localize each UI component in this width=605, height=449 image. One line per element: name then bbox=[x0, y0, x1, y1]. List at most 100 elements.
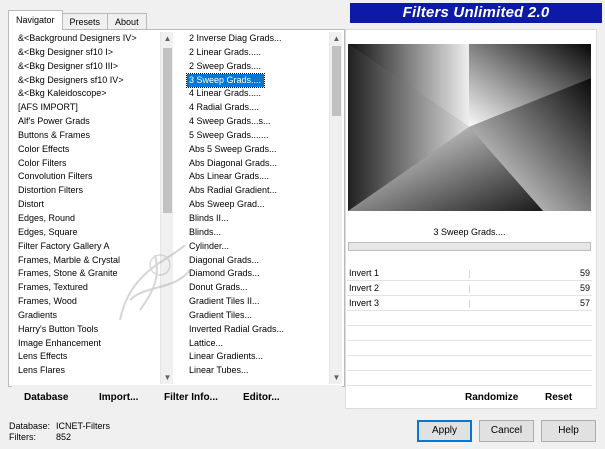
filter-info-button[interactable]: Filter Info... bbox=[164, 390, 218, 406]
scroll-up-icon[interactable]: ▲ bbox=[330, 32, 343, 45]
slider-tick bbox=[469, 300, 470, 308]
selected-filter-name: 3 Sweep Grads.... bbox=[433, 227, 506, 237]
slider-invert-1[interactable]: Invert 1 59 bbox=[347, 266, 592, 281]
slider-empty bbox=[347, 326, 592, 341]
category-item[interactable]: Color Filters bbox=[12, 157, 160, 171]
database-value: ICNET-Filters bbox=[56, 421, 110, 431]
category-item[interactable]: Frames, Marble & Crystal bbox=[12, 254, 160, 268]
slider-tick bbox=[469, 270, 470, 278]
filter-item[interactable]: 4 Radial Grads.... bbox=[183, 101, 329, 115]
filter-item[interactable]: Blinds II... bbox=[183, 212, 329, 226]
filter-item[interactable]: 3 Sweep Grads.... bbox=[185, 72, 266, 89]
slider-label: Invert 1 bbox=[349, 268, 380, 278]
category-item[interactable]: Color Effects bbox=[12, 143, 160, 157]
category-scrollbar[interactable]: ▲ ▼ bbox=[160, 32, 173, 384]
tab-navigator[interactable]: Navigator bbox=[8, 10, 63, 30]
slider-empty bbox=[347, 341, 592, 356]
filter-item[interactable]: Abs Radial Gradient... bbox=[183, 184, 329, 198]
tab-presets[interactable]: Presets bbox=[61, 13, 109, 30]
filter-item[interactable]: Donut Grads... bbox=[183, 281, 329, 295]
category-item[interactable]: Harry's Button Tools bbox=[12, 323, 160, 337]
category-item[interactable]: &<Bkg Kaleidoscope> bbox=[12, 87, 160, 101]
filter-item[interactable]: Gradient Tiles... bbox=[183, 309, 329, 323]
tab-about[interactable]: About bbox=[107, 13, 147, 30]
scroll-down-icon[interactable]: ▼ bbox=[330, 371, 343, 384]
category-item[interactable]: Frames, Wood bbox=[12, 295, 160, 309]
category-item[interactable]: Edges, Square bbox=[12, 226, 160, 240]
category-item[interactable]: Filter Factory Gallery A bbox=[12, 240, 160, 254]
app-title-banner: Filters Unlimited 2.0 bbox=[350, 3, 602, 23]
category-item[interactable]: Distortion Filters bbox=[12, 184, 160, 198]
category-item[interactable]: &<Bkg Designer sf10 I> bbox=[12, 46, 160, 60]
category-item[interactable]: Frames, Textured bbox=[12, 281, 160, 295]
slider-value: 59 bbox=[579, 283, 590, 293]
preview-image bbox=[348, 44, 591, 211]
category-item[interactable]: Frames, Stone & Granite bbox=[12, 267, 160, 281]
filter-list[interactable]: 2 Inverse Diag Grads... 2 Linear Grads...… bbox=[183, 32, 329, 384]
scroll-thumb[interactable] bbox=[332, 46, 341, 116]
tab-strip: Navigator Presets About bbox=[8, 10, 147, 30]
filters-count-value: 852 bbox=[56, 432, 72, 442]
reset-button[interactable]: Reset bbox=[545, 390, 572, 406]
parameter-sliders: Invert 1 59 Invert 2 59 Invert 3 57 bbox=[347, 266, 592, 386]
database-button[interactable]: Database bbox=[24, 390, 68, 406]
filters-count-label: Filters: bbox=[9, 432, 36, 442]
filter-item[interactable]: 4 Sweep Grads...s... bbox=[183, 115, 329, 129]
category-item[interactable]: &<Background Designers IV> bbox=[12, 32, 160, 46]
slider-value: 59 bbox=[579, 268, 590, 278]
filter-item[interactable]: Inverted Radial Grads... bbox=[183, 323, 329, 337]
category-item[interactable]: Edges, Round bbox=[12, 212, 160, 226]
scroll-up-icon[interactable]: ▲ bbox=[161, 32, 174, 45]
category-item[interactable]: &<Bkg Designers sf10 IV> bbox=[12, 74, 160, 88]
category-item[interactable]: Lens Flares bbox=[12, 364, 160, 378]
filter-item[interactable]: 2 Sweep Grads.... bbox=[183, 60, 329, 74]
filter-item[interactable]: Lattice... bbox=[183, 337, 329, 351]
category-list[interactable]: &<Background Designers IV> &<Bkg Designer… bbox=[12, 32, 160, 384]
filter-item[interactable]: Abs Diagonal Grads... bbox=[183, 157, 329, 171]
filter-item[interactable]: Abs 5 Sweep Grads... bbox=[183, 143, 329, 157]
category-item[interactable]: Alf's Power Grads bbox=[12, 115, 160, 129]
scroll-thumb[interactable] bbox=[163, 48, 172, 213]
scroll-down-icon[interactable]: ▼ bbox=[161, 371, 174, 384]
slider-empty bbox=[347, 356, 592, 371]
filter-item[interactable]: Linear Tubes... bbox=[183, 364, 329, 378]
filter-item[interactable]: Abs Linear Grads.... bbox=[183, 170, 329, 184]
database-info: Database: ICNET-Filters Filters: 852 bbox=[9, 421, 110, 443]
filter-item[interactable]: Diagonal Grads... bbox=[183, 254, 329, 268]
slider-invert-2[interactable]: Invert 2 59 bbox=[347, 281, 592, 296]
progress-bar bbox=[348, 242, 591, 251]
category-item[interactable]: Lens Effects bbox=[12, 350, 160, 364]
filter-item[interactable]: 5 Sweep Grads....... bbox=[183, 129, 329, 143]
filter-item[interactable]: Diamond Grads... bbox=[183, 267, 329, 281]
category-item[interactable]: [AFS IMPORT] bbox=[12, 101, 160, 115]
import-button[interactable]: Import... bbox=[99, 390, 138, 406]
slider-empty bbox=[347, 371, 592, 386]
category-item[interactable]: &<Bkg Designer sf10 III> bbox=[12, 60, 160, 74]
category-item[interactable]: Distort bbox=[12, 198, 160, 212]
filter-item[interactable]: 2 Linear Grads..... bbox=[183, 46, 329, 60]
category-item[interactable]: Gradients bbox=[12, 309, 160, 323]
filter-item[interactable]: Gradient Tiles II... bbox=[183, 295, 329, 309]
filter-item[interactable]: Blinds... bbox=[183, 226, 329, 240]
filter-item[interactable]: Cylinder... bbox=[183, 240, 329, 254]
slider-empty bbox=[347, 311, 592, 326]
slider-invert-3[interactable]: Invert 3 57 bbox=[347, 296, 592, 311]
filter-item[interactable]: Linear Gradients... bbox=[183, 350, 329, 364]
slider-value: 57 bbox=[579, 298, 590, 308]
slider-label: Invert 2 bbox=[349, 283, 380, 293]
category-item[interactable]: Buttons & Frames bbox=[12, 129, 160, 143]
editor-button[interactable]: Editor... bbox=[243, 390, 280, 406]
database-label: Database: bbox=[9, 421, 51, 431]
category-item[interactable]: Convolution Filters bbox=[12, 170, 160, 184]
slider-label: Invert 3 bbox=[349, 298, 380, 308]
slider-tick bbox=[469, 285, 470, 293]
filter-item[interactable]: 4 Linear Grads..... bbox=[183, 87, 329, 101]
filter-item[interactable]: Abs Sweep Grad... bbox=[183, 198, 329, 212]
randomize-button[interactable]: Randomize bbox=[465, 390, 518, 406]
apply-button[interactable]: Apply bbox=[417, 420, 472, 442]
help-button[interactable]: Help bbox=[541, 420, 596, 442]
cancel-button[interactable]: Cancel bbox=[479, 420, 534, 442]
filter-item[interactable]: 2 Inverse Diag Grads... bbox=[183, 32, 329, 46]
filter-scrollbar[interactable]: ▲ ▼ bbox=[329, 32, 342, 384]
category-item[interactable]: Image Enhancement bbox=[12, 337, 160, 351]
